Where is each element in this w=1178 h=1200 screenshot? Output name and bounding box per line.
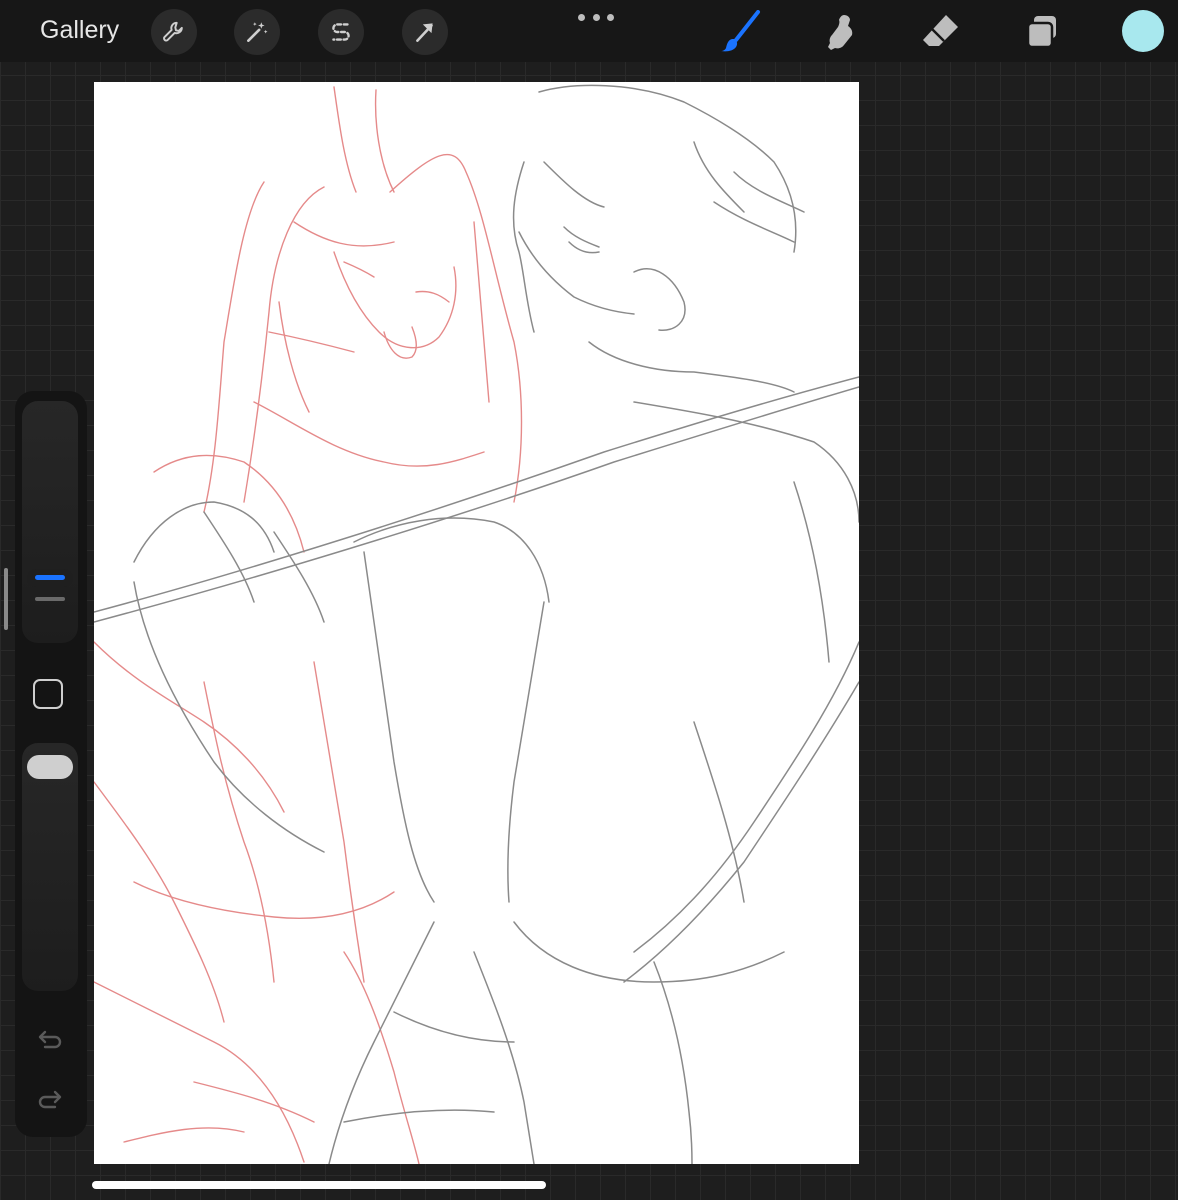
transform-arrow-icon bbox=[416, 23, 433, 42]
brush-size-slider[interactable] bbox=[22, 401, 78, 643]
drawing-canvas[interactable] bbox=[94, 82, 859, 1164]
actions-button[interactable] bbox=[151, 9, 197, 55]
redo-arrow-icon bbox=[38, 1090, 62, 1109]
ellipsis-dot bbox=[592, 13, 600, 21]
adjustments-button[interactable] bbox=[234, 9, 280, 55]
sidebar-drag-handle[interactable] bbox=[4, 568, 8, 630]
undo-button[interactable] bbox=[35, 1025, 65, 1055]
left-sidebar bbox=[15, 391, 87, 1137]
undo-arrow-icon bbox=[38, 1030, 62, 1049]
brush-size-handle[interactable] bbox=[27, 569, 73, 587]
opacity-slider[interactable] bbox=[22, 743, 78, 991]
ellipsis-icon bbox=[578, 13, 585, 21]
top-toolbar: Gallery bbox=[0, 0, 1178, 62]
home-indicator[interactable] bbox=[92, 1181, 546, 1189]
color-picker-button[interactable] bbox=[1122, 10, 1164, 52]
transform-button[interactable] bbox=[402, 9, 448, 55]
selection-s-icon bbox=[332, 23, 350, 41]
ellipsis-dot bbox=[607, 13, 614, 21]
selection-button[interactable] bbox=[318, 9, 364, 55]
layers-icon bbox=[1026, 16, 1056, 49]
opacity-handle[interactable] bbox=[27, 755, 73, 779]
paint-tool-button[interactable] bbox=[718, 10, 762, 54]
brush-icon bbox=[721, 10, 760, 52]
smudge-tool-button[interactable] bbox=[818, 10, 862, 54]
redo-button[interactable] bbox=[35, 1085, 65, 1115]
smudge-icon bbox=[828, 15, 853, 50]
brush-size-indicator bbox=[35, 575, 65, 580]
magic-wand-icon bbox=[247, 22, 268, 42]
layers-button[interactable] bbox=[1020, 10, 1064, 54]
brush-size-tick bbox=[35, 597, 65, 601]
modify-button[interactable] bbox=[33, 679, 63, 709]
eraser-tool-button[interactable] bbox=[918, 10, 962, 54]
procreate-app: Gallery bbox=[0, 0, 1178, 1200]
gallery-button[interactable]: Gallery bbox=[40, 16, 119, 45]
sketch-artwork bbox=[94, 84, 859, 1164]
red-sketch-layer bbox=[94, 86, 523, 1164]
more-options-button[interactable] bbox=[578, 8, 614, 26]
eraser-icon bbox=[923, 15, 958, 46]
wrench-icon bbox=[163, 21, 183, 42]
